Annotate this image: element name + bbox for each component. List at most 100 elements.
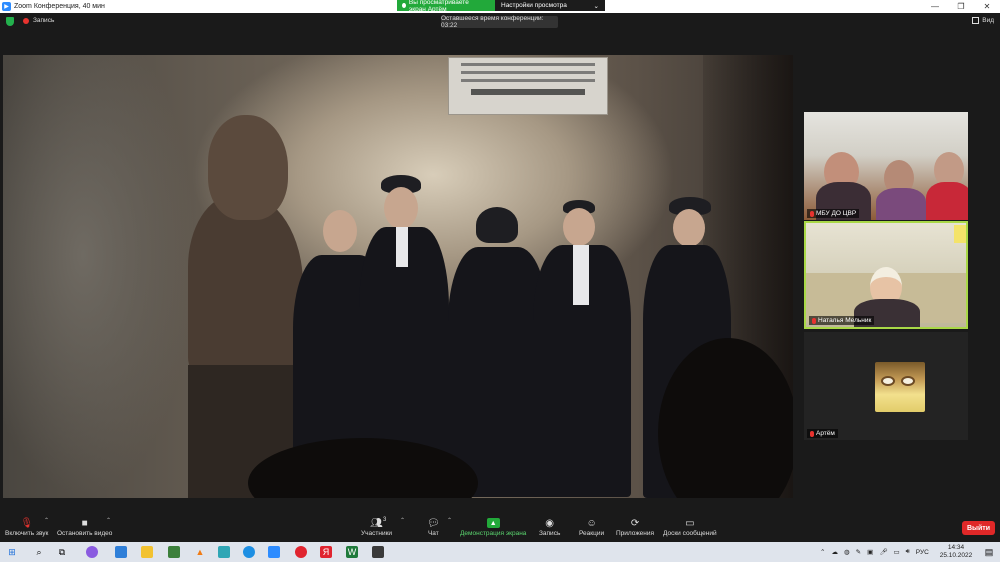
unmute-label: Включить звук <box>5 530 49 537</box>
participant-tile-active-speaker[interactable]: Наталья Мельник <box>804 221 968 329</box>
app-tray-icon[interactable]: ◍ <box>844 548 850 556</box>
windows-start-icon[interactable]: ⊞ <box>6 546 18 558</box>
alice-assistant-icon[interactable] <box>86 546 98 558</box>
system-clock[interactable]: 14:34 25.10.2022 <box>938 544 974 560</box>
close-button[interactable]: ✕ <box>974 0 1000 13</box>
windows-taskbar: ⊞ ⌕ ⧉ ▲ Я W ⌃ ☁ ◍ ✎ ▣ 🎤︎ ▭ 🔊︎ РУС 14:34 … <box>0 542 1000 562</box>
recording-indicator[interactable]: Запись <box>23 17 54 24</box>
chevron-up-icon[interactable]: ⌃ <box>820 548 825 556</box>
search-icon[interactable]: ⌕ <box>33 546 45 558</box>
notifications-icon[interactable]: ▤ <box>983 546 995 558</box>
audio-options-chevron-icon[interactable]: ⌃ <box>44 517 49 524</box>
bronze-bust <box>188 115 303 498</box>
whatsapp-icon[interactable]: W <box>346 546 358 558</box>
share-screen-label: Демонстрация экрана <box>460 530 527 537</box>
security-shield-icon[interactable] <box>6 17 14 26</box>
grid-view-icon <box>972 17 980 24</box>
mic-muted-icon <box>810 430 814 437</box>
network-icon[interactable]: ▭ <box>894 548 900 556</box>
app-icon[interactable] <box>168 546 180 558</box>
view-options-button[interactable]: Настройки просмотра ⌄ <box>495 0 605 11</box>
participant-tile[interactable]: Артём <box>804 332 968 440</box>
edge-icon[interactable] <box>243 546 255 558</box>
vlc-icon[interactable]: ▲ <box>194 546 206 558</box>
chat-label: Чат <box>427 530 439 537</box>
minimize-button[interactable]: — <box>922 0 948 13</box>
maximize-button[interactable]: ❐ <box>948 0 974 13</box>
share-status-icon <box>402 3 406 8</box>
whiteboards-button[interactable]: ▭ Доски сообщений <box>663 516 717 538</box>
system-tray: ⌃ ☁ ◍ ✎ ▣ 🎤︎ ▭ 🔊︎ РУС <box>820 542 929 562</box>
participant-name: МБУ ДО ЦВР <box>816 210 857 217</box>
meeting-time-remaining: Оставшееся время конференции: 03:22 <box>441 15 558 29</box>
participants-count: 3 <box>383 517 387 523</box>
participants-icon: 👥︎ <box>370 517 383 529</box>
reactions-label: Реакции <box>579 530 605 537</box>
language-indicator[interactable]: РУС <box>916 549 929 556</box>
window-title: Zoom Конференция, 40 мин <box>14 3 105 10</box>
recording-dot-icon <box>23 17 29 24</box>
unmute-button[interactable]: 🎙︎ Включить звук <box>5 516 49 538</box>
mail-icon[interactable] <box>115 546 127 558</box>
clock-time: 14:34 <box>947 544 965 551</box>
whiteboard-icon: ▭ <box>685 517 695 529</box>
participant-name: Наталья Мельник <box>818 317 872 324</box>
reactions-button[interactable]: ☺ Реакции <box>579 516 605 538</box>
speaker-icon[interactable]: 🔊︎ <box>906 548 910 556</box>
microphone-icon[interactable]: 🎤︎ <box>879 548 887 556</box>
chat-options-chevron-icon[interactable]: ⌃ <box>447 517 452 524</box>
record-label: Запись <box>539 530 561 537</box>
performer-boy-3 <box>533 200 633 498</box>
yandex-browser-icon[interactable]: Я <box>320 546 332 558</box>
task-view-icon[interactable]: ⧉ <box>56 546 68 558</box>
app-icon[interactable] <box>372 546 384 558</box>
file-explorer-icon[interactable] <box>141 546 153 558</box>
participant-body <box>876 188 926 220</box>
viewing-screen-indicator: Вы просматриваете экран Артём <box>397 0 495 13</box>
video-options-chevron-icon[interactable]: ⌃ <box>106 517 111 524</box>
share-screen-button[interactable]: ▲ Демонстрация экрана <box>460 516 526 537</box>
participants-button[interactable]: 👥︎ Участники <box>361 516 393 538</box>
app-icon[interactable] <box>218 546 230 558</box>
participants-label: Участники <box>361 530 393 537</box>
leave-meeting-button[interactable]: Выйти <box>962 521 995 535</box>
stop-video-button[interactable]: ■ Остановить видео <box>57 516 112 538</box>
apps-button[interactable]: ⟳ Приложения <box>616 516 655 538</box>
app-tray-icon[interactable]: ▣ <box>867 548 873 556</box>
window-controls: — ❐ ✕ <box>922 0 1000 13</box>
mic-muted-icon <box>810 210 814 217</box>
participant-tile[interactable]: МБУ ДО ЦВР <box>804 112 968 220</box>
record-icon: ◉ <box>545 517 555 529</box>
record-button[interactable]: ◉ Запись <box>539 516 561 538</box>
zoom-app-icon: ▶ <box>2 2 11 11</box>
participants-options-chevron-icon[interactable]: ⌃ <box>400 517 405 524</box>
video-camera-icon: ■ <box>81 517 88 529</box>
participant-name-label: МБУ ДО ЦВР <box>807 209 860 218</box>
smiley-face-icon: ☺ <box>586 517 597 529</box>
mic-muted-icon <box>812 317 816 324</box>
meeting-toolbar: 🎙︎ Включить звук ⌃ ■ Остановить видео ⌃ … <box>0 511 1000 542</box>
view-options-label: Настройки просмотра <box>501 2 567 9</box>
onedrive-icon[interactable]: ☁ <box>831 548 838 556</box>
pen-icon[interactable]: ✎ <box>856 548 861 556</box>
screen-share-banner: Вы просматриваете экран Артём Настройки … <box>397 0 605 13</box>
opera-icon[interactable] <box>295 546 307 558</box>
apps-label: Приложения <box>616 530 655 537</box>
clock-date: 25.10.2022 <box>939 552 973 559</box>
recording-label: Запись <box>33 17 55 24</box>
participant-name-label: Артём <box>807 429 838 438</box>
chat-button[interactable]: 💬︎ Чат <box>427 516 440 538</box>
meeting-topbar: Запись Оставшееся время конференции: 03:… <box>0 13 1000 31</box>
view-button[interactable]: Вид <box>972 17 994 24</box>
participant-name: Артём <box>816 430 835 437</box>
shared-screen-video <box>3 55 793 498</box>
share-screen-icon: ▲ <box>486 518 500 528</box>
participant-name-label: Наталья Мельник <box>809 316 875 325</box>
whiteboards-label: Доски сообщений <box>663 530 717 537</box>
zoom-taskbar-icon[interactable] <box>268 546 280 558</box>
memorial-plaque <box>448 57 608 115</box>
chat-bubble-icon: 💬︎ <box>427 517 440 529</box>
wall-note <box>954 225 966 243</box>
participant-avatar <box>875 362 925 412</box>
viewing-screen-text: Вы просматриваете экран Артём <box>408 0 469 13</box>
